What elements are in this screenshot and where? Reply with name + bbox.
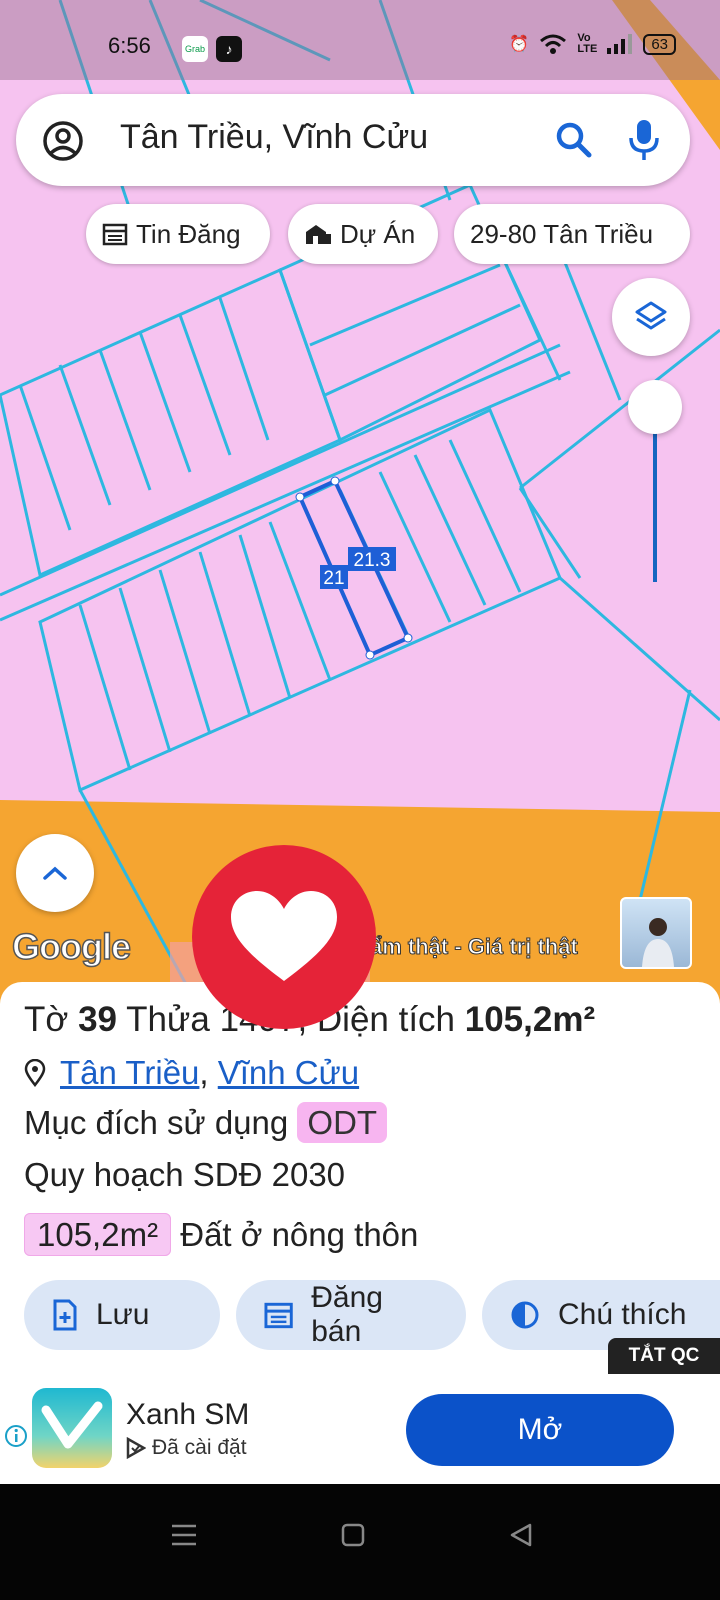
search-icon[interactable] (554, 120, 594, 160)
avatar-thumbnail[interactable] (620, 897, 692, 969)
post-sale-button[interactable]: Đăng bán (236, 1280, 466, 1350)
search-input[interactable]: Tân Triều, Vĩnh Cửu (120, 118, 428, 157)
chip-label: 29-80 Tân Triều (470, 218, 654, 249)
installed-icon (126, 1437, 146, 1459)
google-logo: Google (11, 925, 132, 968)
ad-install-status: Đã cài đặt (126, 1436, 247, 1460)
system-nav-bar (0, 1484, 720, 1600)
battery-indicator: 63 (643, 33, 676, 55)
dimension-label-top: 21.3 (354, 550, 391, 571)
open-app-button[interactable]: Mở (406, 1394, 674, 1466)
layers-icon (635, 301, 667, 330)
save-button[interactable]: Lưu (24, 1280, 220, 1350)
map-watermark-text: ẩm thật - Giá trị thật (370, 934, 579, 960)
parcel-area: 105,2m² (464, 1000, 596, 1039)
chip-label: Dự Án (340, 218, 416, 249)
grab-app-icon: Grab (182, 36, 208, 62)
heart-icon (231, 891, 337, 981)
location-pin-icon (24, 1059, 46, 1087)
ward-link[interactable]: Tân Triều (60, 1054, 199, 1091)
chevron-up-icon (43, 866, 67, 880)
dimension-label-side: 21 (323, 568, 344, 589)
search-bar[interactable]: Tân Triều, Vĩnh Cửu (16, 94, 690, 186)
menu-nav-icon[interactable] (170, 1522, 198, 1548)
close-ad-button[interactable]: TẮT QC (608, 1338, 720, 1374)
add-file-icon (53, 1299, 77, 1331)
wifi-icon (540, 34, 567, 54)
xanh-sm-app-icon (32, 1388, 112, 1468)
tiktok-app-icon: ♪ (216, 36, 242, 62)
account-icon[interactable] (42, 120, 84, 162)
chip-label: Tin Đăng (136, 218, 241, 249)
status-indicators: ⏰ Vo LTE 63 (509, 33, 676, 55)
plan-detail: 105,2m² Đất ở nông thôn (24, 1213, 418, 1256)
ad-banner[interactable]: Xanh SM Đã cài đặt Mở (0, 1374, 720, 1484)
alarm-icon: ⏰ (509, 36, 530, 53)
contrast-icon (511, 1301, 539, 1329)
ad-app-name: Xanh SM (126, 1398, 250, 1431)
info-icon[interactable] (4, 1424, 28, 1448)
zoom-slider-track[interactable] (653, 430, 657, 582)
signal-icon (607, 34, 633, 54)
building-icon (306, 225, 331, 244)
person-icon (642, 918, 674, 967)
layers-button[interactable] (612, 278, 690, 356)
status-bar: 6:56 Grab ♪ ⏰ Vo LTE 63 (0, 0, 720, 80)
expand-button[interactable] (16, 834, 94, 912)
plan-area-badge: 105,2m² (24, 1213, 172, 1256)
district-link[interactable]: Vĩnh Cửu (218, 1054, 359, 1091)
land-purpose: Mục đích sử dụng ODT (24, 1102, 388, 1143)
back-nav-icon[interactable] (508, 1522, 534, 1548)
calendar-icon (264, 1302, 293, 1329)
purpose-code-badge: ODT (297, 1102, 388, 1143)
chip-tin-dang[interactable]: Tin Đăng (86, 204, 270, 264)
status-time: 6:56 (108, 33, 151, 58)
parcel-location: Tân Triều, Vĩnh Cửu (24, 1054, 359, 1092)
microphone-icon[interactable] (628, 118, 660, 162)
favorite-heart-button[interactable] (192, 845, 376, 1029)
sheet-number: 39 (78, 1000, 117, 1039)
calendar-icon (102, 223, 128, 246)
volte-icon: Vo LTE (577, 32, 598, 55)
chip-du-an[interactable]: Dự Án (288, 204, 438, 264)
chip-address[interactable]: 29-80 Tân Triều (454, 204, 690, 264)
plan-label: Quy hoạch SDĐ 2030 (24, 1156, 346, 1193)
home-nav-icon[interactable] (340, 1522, 366, 1548)
zoom-slider-handle[interactable] (628, 380, 682, 434)
